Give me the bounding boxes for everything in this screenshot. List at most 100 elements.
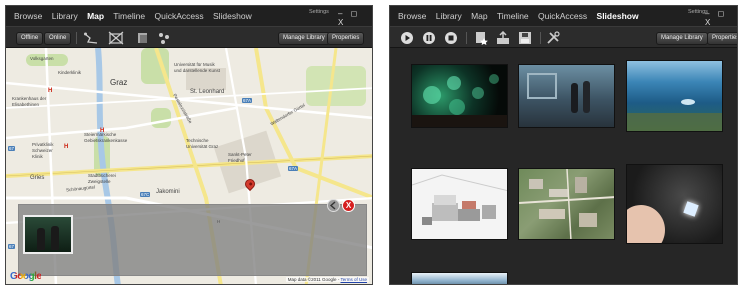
aerial-texture	[519, 169, 614, 239]
back-arrow-icon	[329, 201, 336, 210]
menu-slideshow[interactable]: Slideshow	[213, 11, 252, 21]
toolbar-divider	[466, 32, 467, 44]
photo-green-glass-room[interactable]	[411, 64, 508, 128]
tools-icon[interactable]	[546, 31, 560, 45]
google-logo: Google	[10, 271, 42, 282]
fish-shape	[681, 99, 695, 105]
menu-map[interactable]: Map	[87, 11, 104, 21]
terms-link[interactable]: Terms of Use	[340, 277, 367, 282]
menu-timeline[interactable]: Timeline	[113, 11, 145, 21]
properties-button[interactable]: Properties	[327, 32, 365, 45]
furniture-drawing	[412, 174, 507, 225]
map-toolbar: Offline Online Manage Library Properties	[6, 26, 372, 48]
menu-browse[interactable]: Browse	[14, 11, 42, 21]
map-window: Browse Library Map Timeline QuickAccess …	[5, 5, 373, 285]
google-logo-text: Google	[10, 271, 42, 282]
main-menu: Browse Library Map Timeline QuickAccess …	[398, 11, 646, 21]
window-controls[interactable]: – ◻ X	[338, 9, 372, 27]
favorite-icon[interactable]	[474, 31, 488, 45]
route-icon[interactable]	[84, 31, 98, 45]
overlay-hospital-marker: H	[217, 219, 221, 224]
map-place-label: und darstellende Kunst	[174, 68, 221, 73]
stop-icon[interactable]	[444, 31, 458, 45]
photo-chip-on-finger[interactable]	[626, 164, 723, 244]
map-place-label: Friedhof	[228, 158, 245, 163]
main-menu: Browse Library Map Timeline QuickAccess …	[14, 11, 259, 21]
manage-library-button[interactable]: Manage Library	[278, 32, 330, 45]
visitor-figure	[583, 81, 590, 113]
map-place-label: Stadtbücherei	[88, 173, 116, 178]
window-controls[interactable]: – ◻ X	[705, 9, 737, 27]
map-town-label: St. Leonhard	[190, 89, 225, 95]
map-attribution: Map data ©2011 Google - Terms of Use	[285, 277, 369, 282]
menu-timeline[interactable]: Timeline	[497, 11, 529, 21]
reef-floor	[627, 113, 722, 131]
map-place-label: Universität für Musik	[174, 62, 215, 67]
properties-button[interactable]: Properties	[707, 32, 737, 45]
menu-bar: Browse Library Map Timeline QuickAccess …	[390, 6, 737, 27]
menu-map[interactable]: Map	[471, 11, 488, 21]
photo-furniture-render[interactable]	[411, 168, 508, 240]
export-icon[interactable]	[496, 30, 510, 45]
toolbar-divider	[540, 32, 541, 44]
play-icon[interactable]	[400, 31, 414, 45]
menu-library[interactable]: Library	[436, 11, 462, 21]
exhibit-frame	[527, 73, 557, 99]
map-town-label: Gries	[30, 175, 45, 181]
road-sign: 67C	[140, 192, 151, 197]
menu-library[interactable]: Library	[52, 11, 78, 21]
hospital-icon: H	[64, 144, 69, 150]
hospital-icon: H	[48, 88, 53, 94]
slideshow-toolbar: Manage Library Properties	[390, 26, 737, 48]
map-place-label: Zweigstelle	[88, 179, 111, 184]
road-sign: 67A	[288, 166, 299, 171]
map-place-label: Universität Graz	[186, 144, 219, 149]
photo-museum-visitors[interactable]	[518, 64, 615, 128]
thumb-figure	[37, 228, 45, 250]
chip	[683, 201, 699, 217]
photo-seascape-partial[interactable]	[411, 272, 508, 284]
offline-button[interactable]: Offline	[16, 32, 44, 45]
back-button[interactable]	[327, 199, 340, 212]
toolbar-divider	[76, 32, 77, 44]
pause-icon[interactable]	[422, 31, 436, 45]
map-town-label: Jakomini	[156, 189, 180, 195]
photo-thumbnail[interactable]	[23, 215, 73, 254]
map-place-label: Elisabethinen	[12, 102, 40, 107]
map-place-label: Schweizer	[32, 148, 53, 153]
photo-grid	[390, 48, 737, 284]
thumb-figure	[51, 226, 59, 250]
map-view[interactable]: Volksgarten Kinderklinik Krankenhaus der…	[6, 48, 372, 284]
map-data-text: Map data ©2011 Google -	[287, 277, 340, 282]
map-place-label: Klinik	[32, 154, 43, 159]
photo-underwater-reef[interactable]	[626, 60, 723, 132]
no-location-icon[interactable]	[108, 31, 124, 45]
menu-quickaccess[interactable]: QuickAccess	[154, 11, 203, 21]
menu-slideshow[interactable]: Slideshow	[597, 11, 639, 21]
settings-link[interactable]: Settings	[309, 9, 329, 15]
close-popup-button[interactable]: X	[342, 199, 355, 212]
map-place-label: Krankenhaus der	[12, 96, 47, 101]
fingertip	[627, 205, 665, 243]
photo-aerial-city[interactable]	[518, 168, 615, 240]
cluster-icon[interactable]	[157, 31, 171, 45]
menu-quickaccess[interactable]: QuickAccess	[538, 11, 587, 21]
menu-browse[interactable]: Browse	[398, 11, 426, 21]
menu-bar: Browse Library Map Timeline QuickAccess …	[6, 6, 372, 27]
photo-marker-icon[interactable]	[136, 31, 150, 45]
manage-library-button[interactable]: Manage Library	[656, 32, 708, 45]
online-button[interactable]: Online	[44, 32, 72, 45]
road-sign: 67A	[242, 98, 253, 103]
map-town-label: Graz	[110, 78, 128, 87]
slideshow-window: Browse Library Map Timeline QuickAccess …	[389, 5, 738, 285]
map-place-label: Gebietskrankenkasse	[84, 138, 128, 143]
map-place-label: Technische	[186, 138, 209, 143]
map-place-label: Sankt-Peter	[228, 152, 252, 157]
glass-pattern	[412, 74, 507, 127]
hospital-icon: H	[100, 128, 105, 134]
map-place-label: Privatklinik	[32, 142, 54, 147]
photo-popup: H X	[18, 199, 367, 276]
map-place-label: Kinderklinik	[58, 70, 82, 75]
save-icon[interactable]	[518, 31, 532, 45]
map-place-label: Volksgarten	[30, 56, 54, 61]
